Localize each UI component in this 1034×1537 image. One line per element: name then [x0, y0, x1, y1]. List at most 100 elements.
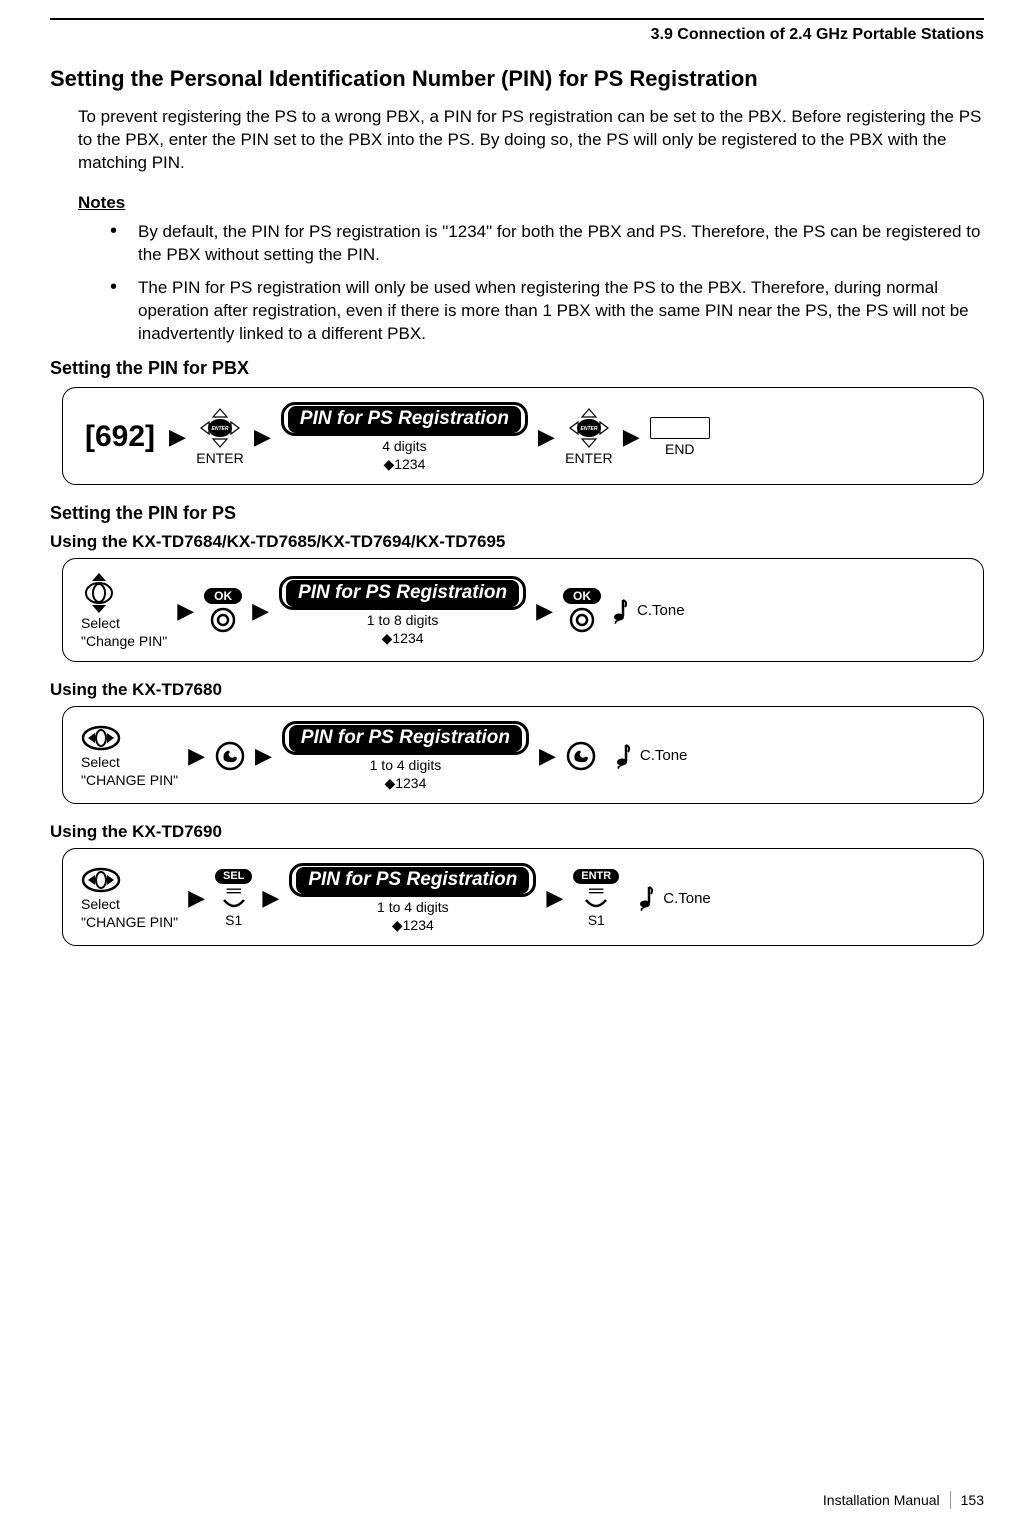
digits-label: 4 digits [382, 438, 426, 454]
ps-flow-1: Select "Change PIN" ▶ OK ▶ PIN for PS Re… [62, 558, 984, 662]
talk-step-2 [566, 741, 596, 771]
enter-label: ENTER [196, 450, 243, 466]
nav-enter-key-icon: ENTER [565, 408, 613, 448]
svg-text:ENTER: ENTER [580, 426, 597, 432]
code-step: [692] [81, 420, 159, 454]
ok-step: OK [204, 588, 242, 634]
section-header: 3.9 Connection of 2.4 GHz Portable Stati… [50, 26, 984, 44]
pin-pill-label: PIN for PS Registration [289, 725, 522, 752]
arrow-icon: ▶ [538, 426, 555, 448]
select-line1: Select [81, 754, 120, 770]
ctone-label: C.Tone [637, 602, 685, 619]
ok-step-2: OK [563, 588, 601, 634]
pbx-flow: [692] ▶ ENTER ENTER ▶ PIN f [62, 387, 984, 485]
page-footer: Installation Manual 153 [823, 1491, 984, 1509]
footer-manual: Installation Manual [823, 1492, 940, 1508]
arrow-icon: ▶ [262, 887, 279, 909]
ok-ring-icon [568, 606, 596, 634]
pin-pill-step: PIN for PS Registration 4 digits ◆1234 [281, 402, 528, 472]
notes-list: By default, the PIN for PS registration … [110, 221, 984, 346]
digits-label: 1 to 8 digits [367, 612, 439, 628]
svg-text:ENTER: ENTER [211, 426, 228, 432]
softkey-base-icon [222, 898, 246, 910]
s1-label: S1 [588, 912, 605, 928]
select-step: Select "CHANGE PIN" [81, 866, 178, 930]
note-item: The PIN for PS registration will only be… [110, 277, 984, 346]
ctone-step: C.Tone [637, 885, 711, 911]
default-label: ◆1234 [384, 775, 426, 791]
s1-label: S1 [225, 912, 242, 928]
ok-lozenge: OK [563, 588, 601, 604]
ctone-step: C.Tone [611, 598, 685, 624]
nav-enter-key-icon: ENTER [196, 408, 244, 448]
models-1-heading: Using the KX-TD7684/KX-TD7685/KX-TD7694/… [50, 532, 984, 552]
end-label: END [665, 441, 695, 457]
pin-pill-label: PIN for PS Registration [288, 406, 521, 433]
softkey-lines-icon: ═ [589, 885, 603, 897]
arrow-icon: ▶ [254, 426, 271, 448]
program-code: [692] [81, 420, 159, 454]
arrow-icon: ▶ [188, 887, 205, 909]
page-title: Setting the Personal Identification Numb… [50, 66, 984, 92]
select-line1: Select [81, 615, 120, 631]
left-right-key-icon [81, 866, 121, 894]
digits-label: 1 to 4 digits [370, 757, 442, 773]
default-label: ◆1234 [392, 917, 434, 933]
pin-pill: PIN for PS Registration [279, 576, 526, 610]
ok-ring-icon [209, 606, 237, 634]
select-line1: Select [81, 896, 120, 912]
note-icon [611, 598, 629, 624]
select-line2: "CHANGE PIN" [81, 914, 178, 930]
select-line2: "Change PIN" [81, 633, 167, 649]
entr-softkey-step: ENTR ═ S1 [573, 869, 619, 928]
note-icon [637, 885, 655, 911]
default-label: ◆1234 [383, 456, 425, 472]
footer-page: 153 [961, 1492, 984, 1508]
enter-label: ENTER [565, 450, 612, 466]
ps-heading: Setting the PIN for PS [50, 503, 984, 524]
intro-paragraph: To prevent registering the PS to a wrong… [78, 106, 984, 175]
pin-pill-step: PIN for PS Registration 1 to 4 digits ◆1… [282, 721, 529, 791]
arrow-icon: ▶ [255, 745, 272, 767]
models-2-heading: Using the KX-TD7680 [50, 680, 984, 700]
note-icon [614, 743, 632, 769]
talk-key-icon [215, 741, 245, 771]
arrow-icon: ▶ [539, 745, 556, 767]
enter-key-step: ENTER ENTER [196, 408, 244, 466]
top-rule [50, 18, 984, 20]
pin-pill-label: PIN for PS Registration [286, 580, 519, 607]
ps-flow-3: Select "CHANGE PIN" ▶ SEL ═ S1 ▶ PIN for… [62, 848, 984, 946]
enter-key-step-2: ENTER ENTER [565, 408, 613, 466]
select-step: Select "CHANGE PIN" [81, 724, 178, 788]
arrow-icon: ▶ [536, 600, 553, 622]
end-box-icon [650, 417, 710, 439]
arrow-icon: ▶ [177, 600, 194, 622]
ctone-label: C.Tone [663, 890, 711, 907]
ps-flow-2: Select "CHANGE PIN" ▶ ▶ PIN for PS Regis… [62, 706, 984, 804]
pin-pill: PIN for PS Registration [282, 721, 529, 755]
sel-softkey-step: SEL ═ S1 [215, 869, 252, 928]
ctone-step: C.Tone [614, 743, 688, 769]
notes-heading: Notes [78, 193, 984, 213]
note-item: By default, the PIN for PS registration … [110, 221, 984, 267]
ok-lozenge: OK [204, 588, 242, 604]
arrow-icon: ▶ [252, 600, 269, 622]
softkey-base-icon [584, 898, 608, 910]
select-step: Select "Change PIN" [81, 573, 167, 649]
pin-pill: PIN for PS Registration [289, 863, 536, 897]
models-3-heading: Using the KX-TD7690 [50, 822, 984, 842]
select-line2: "CHANGE PIN" [81, 772, 178, 788]
pbx-heading: Setting the PIN for PBX [50, 358, 984, 379]
pin-pill-step: PIN for PS Registration 1 to 4 digits ◆1… [289, 863, 536, 933]
default-label: ◆1234 [382, 630, 424, 646]
pin-pill: PIN for PS Registration [281, 402, 528, 436]
pin-pill-label: PIN for PS Registration [296, 867, 529, 894]
talk-step [215, 741, 245, 771]
digits-label: 1 to 4 digits [377, 899, 449, 915]
left-right-key-icon [81, 724, 121, 752]
end-step: END [650, 417, 710, 457]
arrow-icon: ▶ [169, 426, 186, 448]
arrow-icon: ▶ [188, 745, 205, 767]
footer-divider [950, 1491, 951, 1509]
pin-pill-step: PIN for PS Registration 1 to 8 digits ◆1… [279, 576, 526, 646]
